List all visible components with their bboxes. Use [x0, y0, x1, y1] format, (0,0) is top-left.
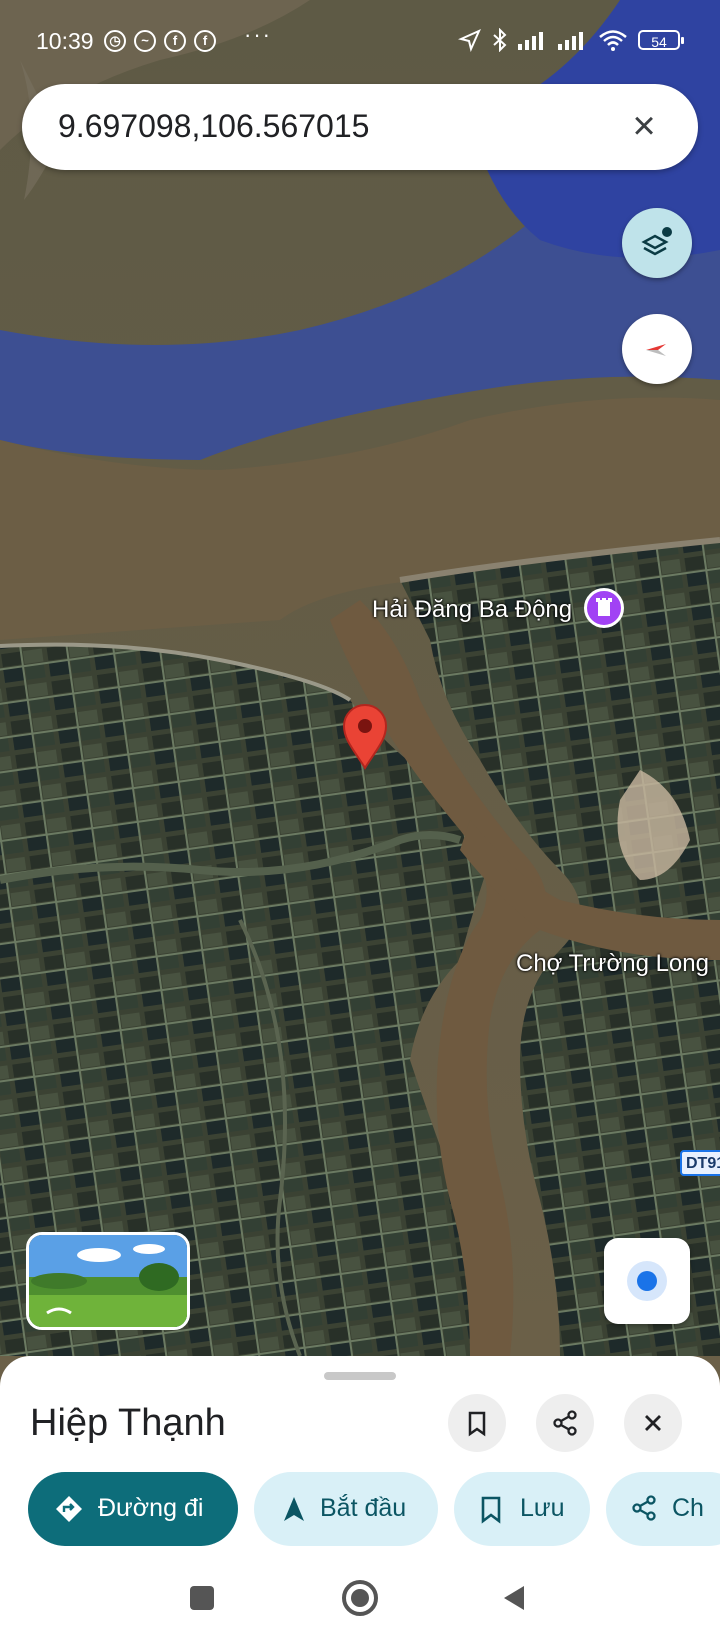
messenger-icon: ~ [134, 30, 156, 52]
directions-button[interactable]: Đường đi [28, 1472, 238, 1546]
my-location-button[interactable] [604, 1238, 690, 1324]
more-notifications-icon: ··· [244, 22, 272, 47]
bluetooth-icon [493, 28, 507, 52]
facebook-icon: f [164, 30, 186, 52]
navigation-icon [284, 1497, 304, 1521]
back-icon[interactable] [498, 1582, 530, 1614]
close-sheet-button[interactable] [624, 1394, 682, 1452]
compass-icon [646, 344, 666, 356]
notification-icons: ◷ ~ f f [104, 30, 216, 52]
recents-icon[interactable] [186, 1582, 218, 1614]
share-button[interactable] [536, 1394, 594, 1452]
directions-icon [56, 1496, 82, 1522]
signal-icon-2 [558, 32, 583, 50]
status-time: 10:39 [36, 28, 94, 54]
save-icon [481, 1496, 501, 1524]
status-bar: 10:39 ◷ ~ f f ··· 54 [0, 0, 720, 84]
compass-button[interactable] [622, 314, 692, 384]
directions-label: Đường đi [98, 1494, 204, 1522]
drag-handle[interactable] [324, 1372, 396, 1380]
street-view-thumbnail[interactable] [26, 1232, 190, 1330]
location-arrow-icon [458, 29, 481, 52]
start-button[interactable]: Bắt đầu [254, 1472, 438, 1546]
my-location-icon [637, 1271, 657, 1291]
lighthouse-icon[interactable] [584, 588, 624, 628]
home-icon[interactable] [340, 1578, 380, 1618]
start-label: Bắt đầu [320, 1494, 407, 1522]
layers-icon [641, 227, 672, 256]
place-title: Hiệp Thạnh [30, 1402, 226, 1444]
map-pin-icon[interactable] [342, 704, 388, 770]
facebook-icon-2: f [194, 30, 216, 52]
system-icons: 54 [458, 28, 684, 52]
bookmark-button[interactable] [448, 1394, 506, 1452]
road-shield: DT91 [680, 1150, 720, 1176]
wifi-icon [599, 30, 627, 51]
share-chip-label: Ch [672, 1494, 704, 1522]
signal-icon [518, 32, 543, 50]
save-button[interactable]: Lưu [454, 1472, 590, 1546]
search-close-icon[interactable]: × [618, 100, 670, 152]
system-navigation-bar [0, 1560, 720, 1640]
street-view-image [29, 1235, 187, 1327]
alarm-icon: ◷ [104, 30, 126, 52]
search-input[interactable]: 9.697098,106.567015 [58, 108, 369, 145]
map-label-market[interactable]: Chợ Trường Long [516, 950, 709, 978]
bookmark-icon [468, 1411, 486, 1437]
share-icon [553, 1410, 577, 1436]
layers-button[interactable] [622, 208, 692, 278]
close-icon [645, 1415, 661, 1431]
save-label: Lưu [520, 1494, 565, 1522]
map-label-lighthouse[interactable]: Hải Đăng Ba Động [372, 596, 572, 624]
battery-indicator: 54 [638, 30, 684, 50]
search-bar[interactable]: 9.697098,106.567015 × [22, 84, 698, 170]
action-chips: Đường đi Bắt đầu Lưu Ch [28, 1472, 720, 1546]
share-chip-icon [632, 1495, 656, 1521]
share-chip-button[interactable]: Ch [606, 1472, 720, 1546]
